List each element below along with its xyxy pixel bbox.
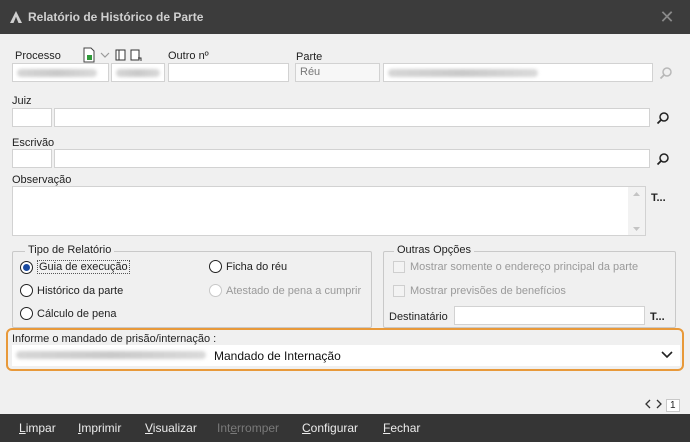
check-label: Mostrar somente o endereço principal da … xyxy=(410,261,639,273)
observacao-template-button[interactable]: T... xyxy=(651,192,666,204)
mandado-label: Informe o mandado de prisão/internação : xyxy=(12,333,217,345)
bottom-toolbar: Limpar Imprimir Visualizar Interromper C… xyxy=(0,414,690,442)
window-title: Relatório de Histórico de Parte xyxy=(28,10,204,24)
chevron-left-icon[interactable] xyxy=(644,399,652,412)
outras-opcoes-title: Outras Opções xyxy=(394,244,474,256)
radio-historico-parte[interactable]: Histórico da parte xyxy=(20,284,123,297)
destinatario-label: Destinatário xyxy=(389,311,448,323)
processo-complemento-field[interactable] xyxy=(111,63,165,82)
search-icon[interactable] xyxy=(654,109,672,127)
processo-label: Processo xyxy=(15,50,61,62)
chevron-down-icon[interactable] xyxy=(660,349,674,364)
radio-guia-execucao[interactable]: Guia de execução xyxy=(20,260,130,274)
search-icon[interactable] xyxy=(654,150,672,168)
pager: 1 xyxy=(644,399,680,412)
limpar-button[interactable]: Limpar xyxy=(19,421,56,435)
escrivao-codigo-field[interactable] xyxy=(12,149,52,168)
juiz-nome-field[interactable] xyxy=(54,108,650,127)
radio-label: Ficha do réu xyxy=(226,260,288,273)
parte-label: Parte xyxy=(296,51,323,63)
radio-calculo-pena[interactable]: Cálculo de pena xyxy=(20,307,117,320)
destinatario-field[interactable] xyxy=(454,306,645,325)
juiz-codigo-field[interactable] xyxy=(12,108,52,127)
observacao-textarea[interactable] xyxy=(12,186,646,236)
observacao-scrollbar[interactable] xyxy=(628,187,645,235)
visualizar-button[interactable]: Visualizar xyxy=(145,421,197,435)
window-titlebar: Relatório de Histórico de Parte ✕ xyxy=(0,0,690,34)
page-number[interactable]: 1 xyxy=(666,399,680,412)
observacao-label: Observação xyxy=(12,174,72,186)
interromper-button: Interromper xyxy=(217,421,280,435)
processo-numero-field[interactable] xyxy=(12,63,109,82)
check-previsoes-beneficios: Mostrar previsões de benefícios xyxy=(393,285,566,297)
checkbox xyxy=(393,261,405,273)
radio-label: Histórico da parte xyxy=(37,284,124,297)
check-label: Mostrar previsões de benefícios xyxy=(410,285,566,297)
escrivao-label: Escrivão xyxy=(12,137,55,149)
app-logo-icon xyxy=(8,9,24,25)
radio-label: Cálculo de pena xyxy=(37,307,117,320)
juiz-label: Juiz xyxy=(12,95,32,107)
parte-tipo-field: Réu xyxy=(295,63,380,82)
radio-label: Guia de execução xyxy=(37,260,130,274)
radio-circle xyxy=(209,260,222,273)
fechar-button[interactable]: Fechar xyxy=(383,421,420,435)
mandado-select[interactable]: Mandado de Internação xyxy=(12,345,680,366)
search-icon[interactable] xyxy=(657,64,675,82)
destinatario-template-button[interactable]: T... xyxy=(650,311,665,323)
radio-circle xyxy=(20,307,33,320)
close-icon[interactable]: ✕ xyxy=(658,7,676,27)
radio-atestado-pena: Atestado de pena a cumprir xyxy=(209,284,361,297)
check-endereco-principal: Mostrar somente o endereço principal da … xyxy=(393,261,638,273)
checkbox xyxy=(393,285,405,297)
chevron-right-icon[interactable] xyxy=(655,399,663,412)
document-arrow-icon[interactable] xyxy=(127,46,145,64)
mandado-selected-value: Mandado de Internação xyxy=(214,349,341,363)
parte-nome-field[interactable] xyxy=(383,63,653,82)
radio-ficha-reu[interactable]: Ficha do réu xyxy=(209,260,287,273)
outro-numero-label: Outro nº xyxy=(168,50,209,62)
escrivao-nome-field[interactable] xyxy=(54,149,650,168)
radio-circle xyxy=(209,284,222,297)
tipo-relatorio-title: Tipo de Relatório xyxy=(25,244,115,256)
radio-circle xyxy=(20,284,33,297)
configurar-button[interactable]: Configurar xyxy=(302,421,358,435)
outro-numero-field[interactable] xyxy=(168,63,289,82)
radio-circle xyxy=(20,260,33,274)
radio-label: Atestado de pena a cumprir xyxy=(226,284,362,297)
imprimir-button[interactable]: Imprimir xyxy=(78,421,121,435)
